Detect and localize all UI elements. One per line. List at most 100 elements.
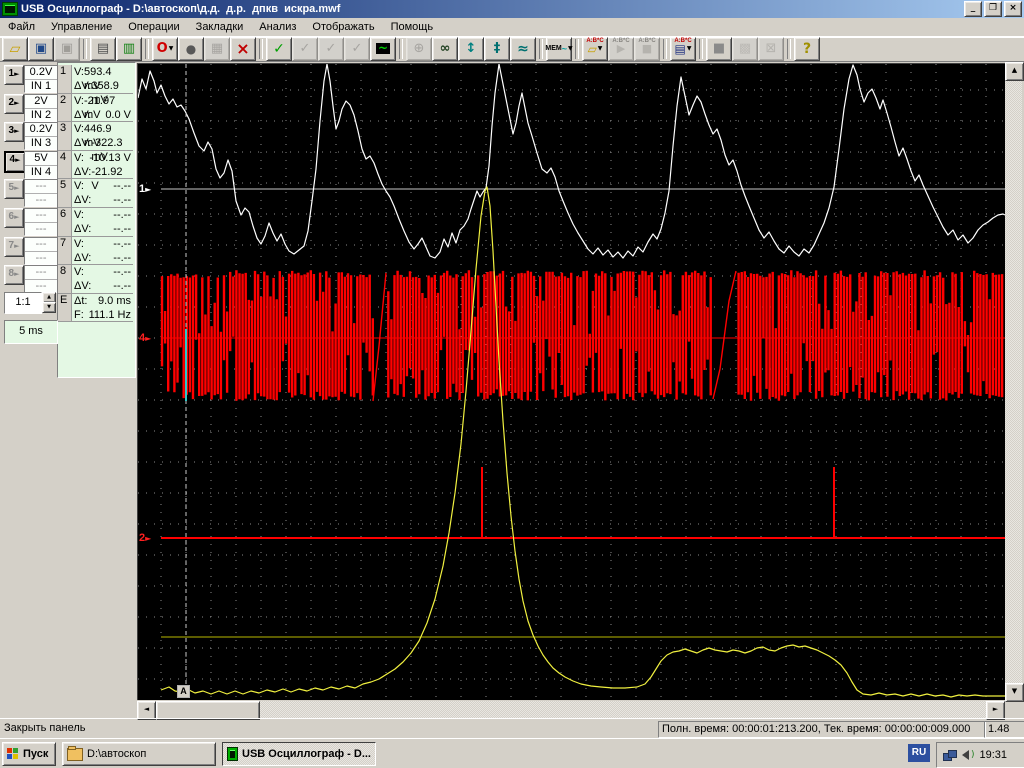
channel-8-button[interactable]: 8► <box>4 265 24 285</box>
waveform-svg <box>138 64 1005 700</box>
channel-4-button[interactable]: 4► <box>4 151 26 173</box>
marker-arrow-icon: ► <box>145 534 151 543</box>
fit-vertical-button[interactable]: ↕ <box>458 37 484 61</box>
v-value: --.-- <box>113 237 131 251</box>
dropdown-arrow-icon[interactable]: ▼ <box>687 45 692 52</box>
script-run-button[interactable]: ▶A:B*C <box>608 37 634 61</box>
v-value: -21.97 mV <box>84 94 131 108</box>
task-button-1[interactable]: D:\автоскоп <box>62 742 216 766</box>
display-settings-button[interactable]: ~ <box>370 37 396 61</box>
prev-check-button[interactable]: ✓ <box>318 37 344 61</box>
record-button[interactable]: ● <box>178 37 204 61</box>
speaker-icon[interactable] <box>962 750 969 760</box>
timebase-field[interactable]: 5 ms <box>4 320 58 344</box>
delete-button[interactable]: × <box>230 37 256 61</box>
memory-button[interactable]: MEM~▼ <box>546 37 572 61</box>
dv-label: ΔV: <box>74 251 91 265</box>
print-preview-button[interactable]: ▥ <box>116 37 142 61</box>
channel-1-range-box[interactable]: 0.2VIN 1 <box>24 65 58 93</box>
script-stop-button[interactable]: ■A:B*C <box>634 37 660 61</box>
menu-item-1[interactable]: Файл <box>0 19 43 35</box>
zoom-down-button[interactable]: ▼ <box>42 302 56 313</box>
menu-bar: ФайлУправлениеОперацииЗакладкиАнализОтоб… <box>0 18 1024 37</box>
menu-item-2[interactable]: Управление <box>43 19 120 35</box>
measurement-channel-number: 4 <box>58 151 72 179</box>
channel-5-range-box[interactable]: ------ <box>24 179 58 207</box>
zoom-ratio-field[interactable]: 1:1 <box>4 292 42 314</box>
abc-label: A:B*C <box>583 38 607 44</box>
close-panel-label[interactable]: Закрыть панель <box>4 722 85 734</box>
print-wave-icon: ▥ <box>123 41 135 56</box>
save-copy-button[interactable]: ▣ <box>54 37 80 61</box>
region-pattern-icon: ▩ <box>739 41 751 56</box>
channel-7-range-box[interactable]: ------ <box>24 237 58 265</box>
language-indicator[interactable]: RU <box>908 744 930 762</box>
search-button[interactable]: ∞ <box>432 37 458 61</box>
menu-item-3[interactable]: Операции <box>120 19 187 35</box>
channel-4-range-box[interactable]: 5VIN 4 <box>24 151 58 179</box>
horizontal-scrollbar[interactable]: ◄ ► <box>137 701 1005 718</box>
dv-label: ΔV: <box>74 79 91 93</box>
dv-label: ΔV: <box>74 136 91 150</box>
menu-item-7[interactable]: Помощь <box>383 19 442 35</box>
step-check-button[interactable]: ✓ <box>292 37 318 61</box>
channel-1-marker[interactable]: 1► <box>139 183 151 196</box>
dropdown-arrow-icon[interactable]: ▼ <box>169 45 174 52</box>
scroll-down-button[interactable]: ▼ <box>1005 683 1024 702</box>
channel-range: --- <box>25 209 57 223</box>
next-check-button[interactable]: ✓ <box>344 37 370 61</box>
script-open-button[interactable]: ▱A:B*C▼ <box>582 37 608 61</box>
mem-wave-icon: ~ <box>562 46 567 52</box>
region-select-button[interactable]: ■ <box>706 37 732 61</box>
bookmark-a-marker[interactable]: A <box>177 685 190 698</box>
print-icon: ▤ <box>97 41 109 56</box>
task-button-2[interactable]: USB Осциллограф - D... <box>222 742 376 766</box>
start-button[interactable]: Пуск <box>2 742 56 766</box>
channel-6-range-box[interactable]: ------ <box>24 208 58 236</box>
snapshot-button[interactable]: ▦ <box>204 37 230 61</box>
channel-8-range-box[interactable]: ------ <box>24 265 58 293</box>
v-value: 446.9 mV <box>84 122 131 136</box>
channel-5-button[interactable]: 5► <box>4 179 24 199</box>
globe-button[interactable]: ⊕ <box>406 37 432 61</box>
menu-item-5[interactable]: Анализ <box>251 19 304 35</box>
dropdown-arrow-icon[interactable]: ▼ <box>568 45 573 52</box>
print-button[interactable]: ▤ <box>90 37 116 61</box>
script-panel-button[interactable]: ▤A:B*C▼ <box>670 37 696 61</box>
channel-input-name: IN 1 <box>25 80 57 93</box>
abc-label: A:B*C <box>635 38 659 44</box>
channel-2-range-box[interactable]: 2VIN 2 <box>24 94 58 122</box>
vertical-scrollbar[interactable]: ▲ ▼ <box>1005 62 1022 700</box>
channel-2-button[interactable]: 2► <box>4 94 24 114</box>
marker-arrow-icon: ► <box>145 334 151 343</box>
help-button[interactable]: ? <box>794 37 820 61</box>
measurement-row-3: 3V:446.9 mVΔV:-322.3 mV <box>58 122 133 151</box>
dropdown-arrow-icon[interactable]: ▼ <box>598 45 603 52</box>
delete-icon: × <box>236 39 249 58</box>
channel-2-marker[interactable]: 2► <box>139 532 151 545</box>
cursors-button[interactable]: ‡ <box>484 37 510 61</box>
channel-1-button[interactable]: 1► <box>4 65 24 85</box>
measurement-channel-number: 2 <box>58 94 72 122</box>
close-button[interactable]: × <box>1004 1 1022 17</box>
region-pattern-button[interactable]: ▩ <box>732 37 758 61</box>
save-file-button[interactable]: ▣ <box>28 37 54 61</box>
channel-4-marker[interactable]: 4► <box>139 332 151 345</box>
region-clear-button[interactable]: ⊠ <box>758 37 784 61</box>
channel-6-button[interactable]: 6► <box>4 208 24 228</box>
minimize-button[interactable]: _ <box>964 1 982 17</box>
channel-7-button[interactable]: 7► <box>4 237 24 257</box>
scroll-up-button[interactable]: ▲ <box>1005 62 1024 81</box>
menu-item-6[interactable]: Отображать <box>304 19 382 35</box>
channel-3-button[interactable]: 3► <box>4 122 24 142</box>
menu-item-4[interactable]: Закладки <box>188 19 252 35</box>
channel-3-range-box[interactable]: 0.2VIN 3 <box>24 122 58 150</box>
smoothing-button[interactable]: ≈ <box>510 37 536 61</box>
run-check-button[interactable]: ✓ <box>266 37 292 61</box>
v-value: -10.13 V <box>89 151 131 165</box>
open-file-button[interactable]: ▱ <box>2 37 28 61</box>
network-icon[interactable] <box>943 750 956 760</box>
stop-start-button[interactable]: O▼ <box>152 37 178 61</box>
restore-button[interactable]: ❐ <box>984 1 1002 17</box>
oscilloscope-display[interactable]: 1► 4► 2► A <box>137 63 1005 700</box>
